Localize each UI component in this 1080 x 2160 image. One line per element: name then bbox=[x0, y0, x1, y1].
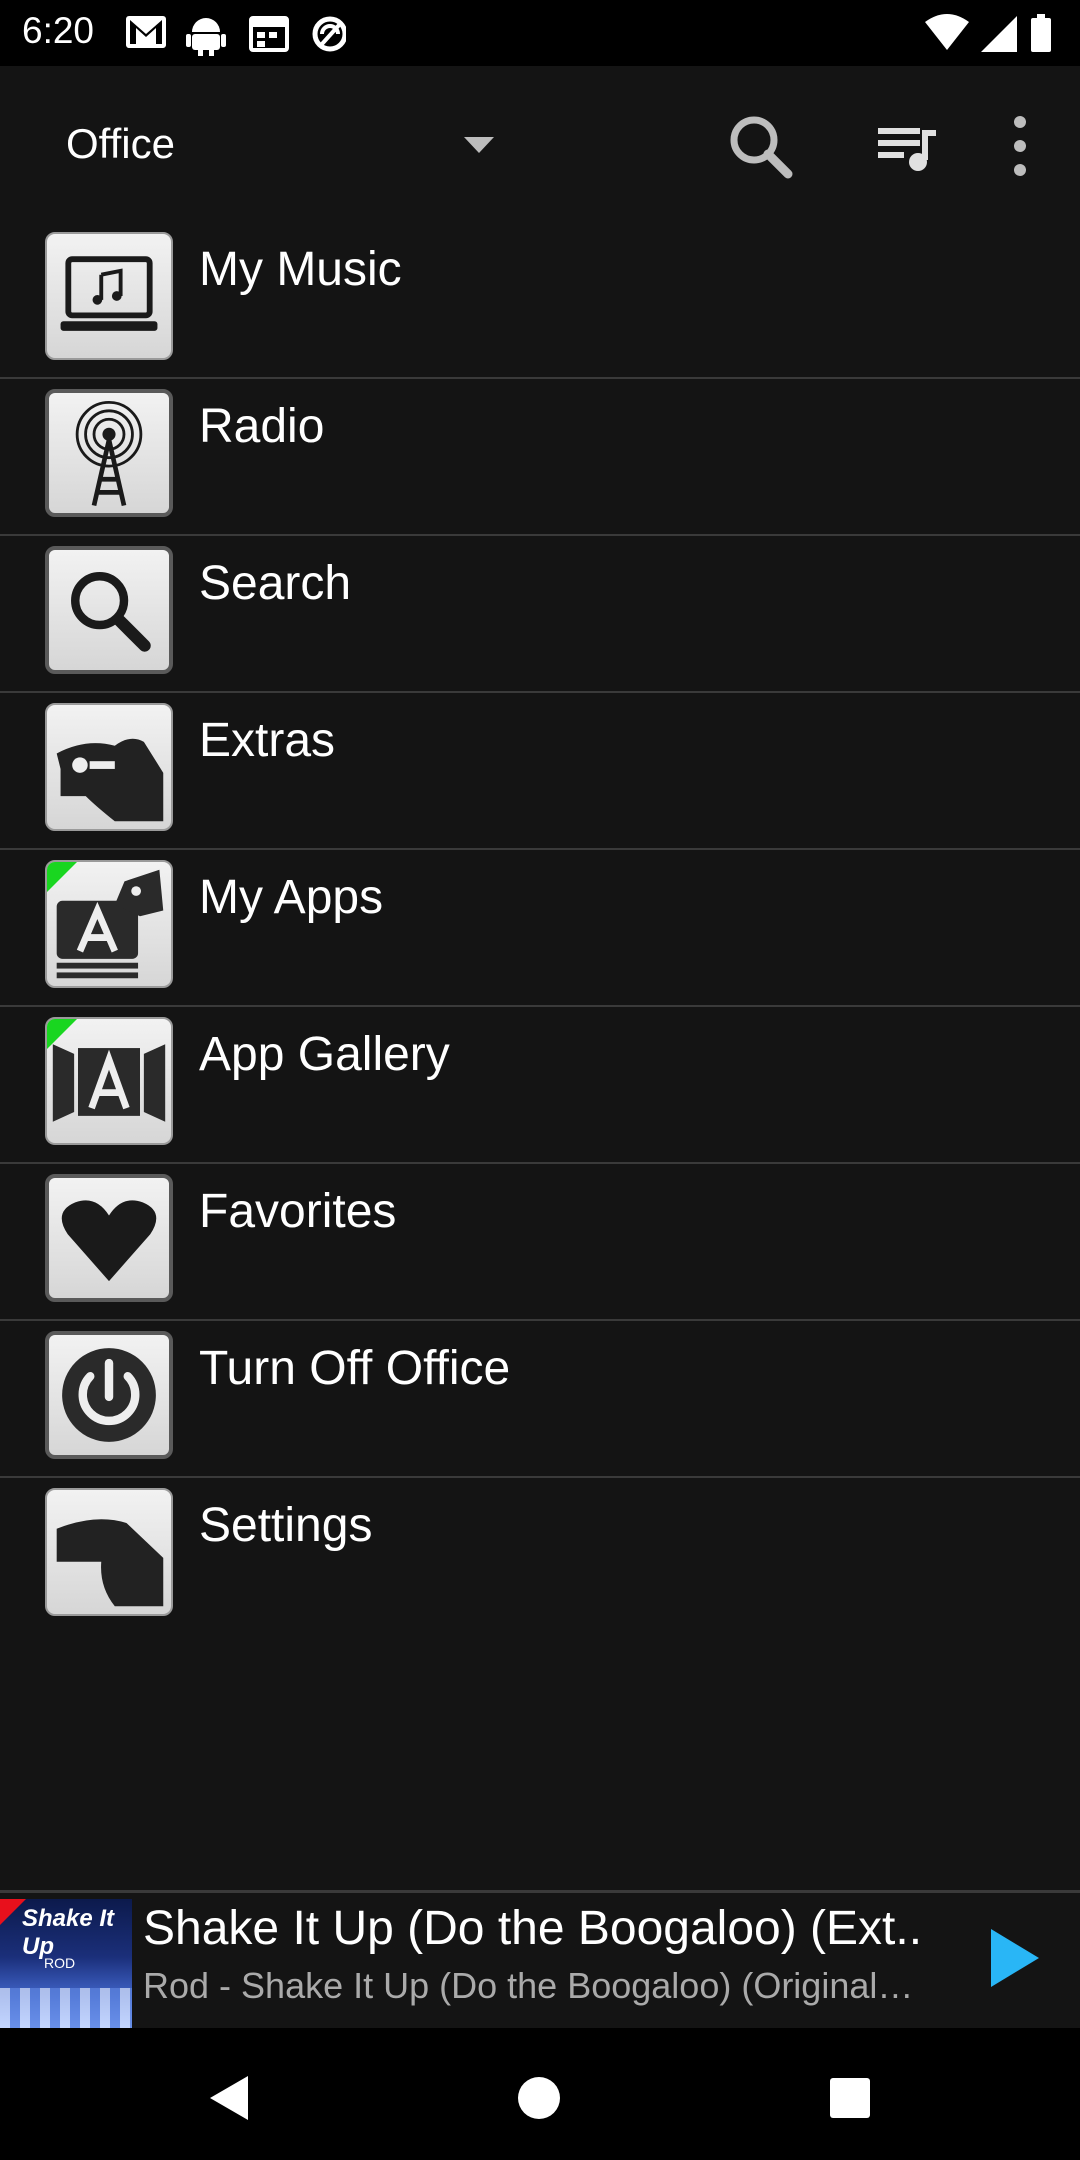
menu-item-app-gallery[interactable]: App Gallery bbox=[0, 1007, 1080, 1164]
battery-icon bbox=[1031, 14, 1051, 52]
sync-icon bbox=[312, 16, 348, 52]
menu-item-label: Search bbox=[199, 557, 352, 610]
menu-item-settings[interactable]: Settings bbox=[0, 1478, 1080, 1633]
gallery-icon bbox=[45, 1017, 173, 1145]
menu-item-label: Radio bbox=[199, 400, 325, 453]
hand-icon bbox=[45, 703, 173, 831]
menu-item-radio[interactable]: Radio bbox=[0, 379, 1080, 536]
new-badge bbox=[47, 1019, 77, 1049]
queue-icon[interactable] bbox=[864, 106, 944, 186]
menu-item-search[interactable]: Search bbox=[0, 536, 1080, 693]
menu-item-label: My Apps bbox=[199, 871, 384, 924]
album-art[interactable]: Shake It Up ROD bbox=[0, 1899, 132, 2028]
toolbar: Office bbox=[0, 66, 1080, 224]
settings-hand-icon bbox=[45, 1488, 173, 1616]
menu-list: My Music Radio Search Extras My Apps App… bbox=[0, 222, 1080, 1633]
status-bar: 6:20 bbox=[0, 0, 1080, 66]
back-icon[interactable] bbox=[200, 2068, 260, 2128]
search-icon[interactable] bbox=[720, 106, 800, 186]
menu-item-my-music[interactable]: My Music bbox=[0, 222, 1080, 379]
status-system-icons bbox=[925, 12, 1060, 61]
apps-icon bbox=[45, 860, 173, 988]
signal-icon bbox=[981, 16, 1017, 52]
menu-item-label: Extras bbox=[199, 714, 336, 767]
laptop-music-icon bbox=[45, 232, 173, 360]
now-playing-bar[interactable]: Shake It Up ROD Shake It Up (Do the Boog… bbox=[0, 1890, 1080, 2031]
recents-icon[interactable] bbox=[820, 2068, 880, 2128]
menu-item-label: App Gallery bbox=[199, 1028, 450, 1081]
status-time: 6:20 bbox=[22, 10, 95, 51]
now-playing-title: Shake It Up (Do the Boogaloo) (Ext.. bbox=[143, 1902, 923, 1955]
red-badge bbox=[0, 1899, 26, 1925]
album-art-floor bbox=[0, 1988, 132, 2028]
menu-item-extras[interactable]: Extras bbox=[0, 693, 1080, 850]
wifi-icon bbox=[925, 14, 969, 50]
status-notification-icons bbox=[126, 12, 348, 61]
menu-item-turn-off[interactable]: Turn Off Office bbox=[0, 1321, 1080, 1478]
heart-icon bbox=[45, 1174, 173, 1302]
gmail-icon bbox=[126, 16, 166, 48]
room-selector-label[interactable]: Office bbox=[66, 120, 175, 168]
new-badge bbox=[47, 862, 77, 892]
menu-item-label: Turn Off Office bbox=[199, 1342, 511, 1395]
album-art-title: Shake It Up bbox=[22, 1905, 115, 1960]
album-art-subtitle: ROD bbox=[44, 1955, 76, 1971]
navigation-bar bbox=[0, 2028, 1080, 2160]
play-icon[interactable] bbox=[985, 1923, 1045, 1993]
android-icon bbox=[186, 18, 226, 56]
menu-item-my-apps[interactable]: My Apps bbox=[0, 850, 1080, 1007]
radio-tower-icon bbox=[45, 389, 173, 517]
home-icon[interactable] bbox=[509, 2068, 569, 2128]
menu-item-label: Settings bbox=[199, 1499, 373, 1552]
magnifier-icon bbox=[45, 546, 173, 674]
more-vert-icon[interactable] bbox=[980, 106, 1060, 186]
calendar-icon bbox=[249, 16, 289, 52]
menu-item-label: My Music bbox=[199, 243, 402, 296]
chevron-down-icon[interactable] bbox=[462, 135, 496, 155]
now-playing-subtitle: Rod - Shake It Up (Do the Boogaloo) (Ori… bbox=[143, 1965, 914, 2006]
power-icon bbox=[45, 1331, 173, 1459]
menu-item-favorites[interactable]: Favorites bbox=[0, 1164, 1080, 1321]
menu-item-label: Favorites bbox=[199, 1185, 397, 1238]
